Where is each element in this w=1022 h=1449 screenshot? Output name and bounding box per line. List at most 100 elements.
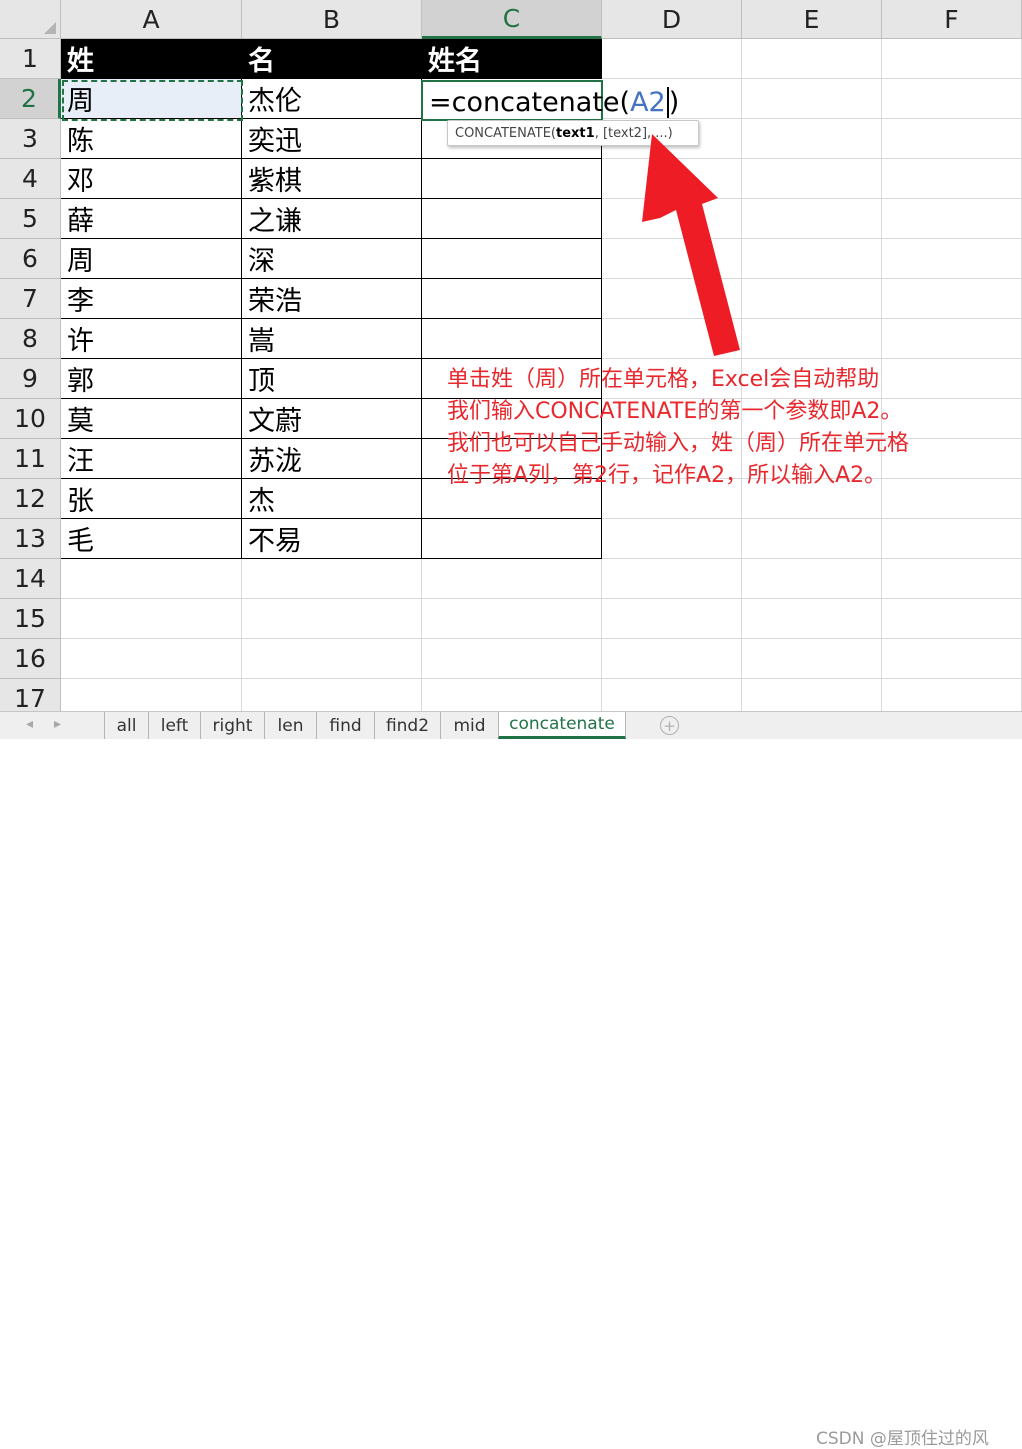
column-header-f[interactable]: F — [882, 0, 1022, 39]
cell-e7[interactable] — [742, 279, 882, 319]
cell-f7[interactable] — [882, 279, 1022, 319]
cell-d17[interactable] — [602, 679, 742, 711]
cell-e5[interactable] — [742, 199, 882, 239]
surname-cell[interactable]: 莫 — [61, 399, 242, 439]
tooltip-arg-text1[interactable]: text1 — [556, 126, 595, 141]
cell-d15[interactable] — [602, 599, 742, 639]
surname-cell[interactable]: 李 — [61, 279, 242, 319]
row-header-3[interactable]: 3 — [0, 119, 61, 159]
row-header-15[interactable]: 15 — [0, 599, 61, 639]
surname-cell[interactable]: 邓 — [61, 159, 242, 199]
sheet-tab-left[interactable]: left — [148, 712, 200, 739]
given-name-cell[interactable]: 深 — [242, 239, 422, 279]
given-name-cell[interactable]: 之谦 — [242, 199, 422, 239]
cell-f14[interactable] — [882, 559, 1022, 599]
function-argument-tooltip[interactable]: CONCATENATE(text1, [text2], ...) — [447, 120, 699, 146]
sheet-tab-concatenate[interactable]: concatenate — [498, 712, 626, 739]
cell-f6[interactable] — [882, 239, 1022, 279]
cell-f17[interactable] — [882, 679, 1022, 711]
column-header-c[interactable]: C — [422, 0, 602, 39]
cell-d8[interactable] — [602, 319, 742, 359]
row-header-11[interactable]: 11 — [0, 439, 61, 479]
surname-cell[interactable]: 周 — [61, 79, 242, 119]
given-name-cell[interactable]: 杰 — [242, 479, 422, 519]
cell-a17[interactable] — [61, 679, 242, 711]
cell-d16[interactable] — [602, 639, 742, 679]
cell-a14[interactable] — [61, 559, 242, 599]
cell-d13[interactable] — [602, 519, 742, 559]
fullname-cell[interactable] — [422, 519, 602, 559]
cell-f2[interactable] — [882, 79, 1022, 119]
row-header-7[interactable]: 7 — [0, 279, 61, 319]
given-name-cell[interactable]: 奕迅 — [242, 119, 422, 159]
cell-b16[interactable] — [242, 639, 422, 679]
row-header-4[interactable]: 4 — [0, 159, 61, 199]
surname-cell[interactable]: 陈 — [61, 119, 242, 159]
column-header-b[interactable]: B — [242, 0, 422, 39]
cell-d1[interactable] — [602, 39, 742, 79]
cell-f1[interactable] — [882, 39, 1022, 79]
surname-cell[interactable]: 郭 — [61, 359, 242, 399]
surname-cell[interactable]: 毛 — [61, 519, 242, 559]
cell-d14[interactable] — [602, 559, 742, 599]
cell-c14[interactable] — [422, 559, 602, 599]
surname-cell[interactable]: 汪 — [61, 439, 242, 479]
row-header-17[interactable]: 17 — [0, 679, 61, 711]
row-header-10[interactable]: 10 — [0, 399, 61, 439]
cell-f5[interactable] — [882, 199, 1022, 239]
cell-e14[interactable] — [742, 559, 882, 599]
given-name-cell[interactable]: 紫棋 — [242, 159, 422, 199]
given-name-cell[interactable]: 荣浩 — [242, 279, 422, 319]
given-name-cell[interactable]: 嵩 — [242, 319, 422, 359]
column-header-e[interactable]: E — [742, 0, 882, 39]
cell-b15[interactable] — [242, 599, 422, 639]
cell-f8[interactable] — [882, 319, 1022, 359]
surname-cell[interactable]: 周 — [61, 239, 242, 279]
cell-d5[interactable] — [602, 199, 742, 239]
cell-f16[interactable] — [882, 639, 1022, 679]
cell-c17[interactable] — [422, 679, 602, 711]
cell-c16[interactable] — [422, 639, 602, 679]
sheet-tab-find[interactable]: find — [316, 712, 374, 739]
column-header-d[interactable]: D — [602, 0, 742, 39]
next-sheet-icon[interactable]: ▸ — [54, 716, 61, 732]
cell-e1[interactable] — [742, 39, 882, 79]
cell-a15[interactable] — [61, 599, 242, 639]
sheet-tab-mid[interactable]: mid — [440, 712, 498, 739]
cell-b14[interactable] — [242, 559, 422, 599]
cell-f3[interactable] — [882, 119, 1022, 159]
given-name-cell[interactable]: 顶 — [242, 359, 422, 399]
add-sheet-plus-icon[interactable]: + — [660, 716, 679, 735]
cell-e13[interactable] — [742, 519, 882, 559]
cell-a16[interactable] — [61, 639, 242, 679]
cell-d6[interactable] — [602, 239, 742, 279]
cell-c15[interactable] — [422, 599, 602, 639]
row-header-8[interactable]: 8 — [0, 319, 61, 359]
cell-e2[interactable] — [742, 79, 882, 119]
surname-cell[interactable]: 许 — [61, 319, 242, 359]
fullname-cell[interactable] — [422, 319, 602, 359]
header-cell-c[interactable]: 姓名 — [422, 39, 602, 79]
cell-e8[interactable] — [742, 319, 882, 359]
prev-sheet-icon[interactable]: ◂ — [26, 716, 33, 732]
cell-f13[interactable] — [882, 519, 1022, 559]
row-header-2[interactable]: 2 — [0, 79, 61, 119]
header-cell-a[interactable]: 姓 — [61, 39, 242, 79]
cell-d7[interactable] — [602, 279, 742, 319]
given-name-cell[interactable]: 苏泷 — [242, 439, 422, 479]
given-name-cell[interactable]: 杰伦 — [242, 79, 422, 119]
fullname-cell[interactable] — [422, 239, 602, 279]
sheet-tab-all[interactable]: all — [104, 712, 148, 739]
cell-f4[interactable] — [882, 159, 1022, 199]
row-header-6[interactable]: 6 — [0, 239, 61, 279]
cell-c2-formula-editor[interactable]: =concatenate(A2) — [421, 80, 679, 121]
cell-e17[interactable] — [742, 679, 882, 711]
header-cell-b[interactable]: 名 — [242, 39, 422, 79]
given-name-cell[interactable]: 文蔚 — [242, 399, 422, 439]
fullname-cell[interactable] — [422, 199, 602, 239]
cell-e15[interactable] — [742, 599, 882, 639]
row-header-1[interactable]: 1 — [0, 39, 61, 79]
cell-e3[interactable] — [742, 119, 882, 159]
sheet-tab-find2[interactable]: find2 — [374, 712, 440, 739]
sheet-tab-len[interactable]: len — [264, 712, 316, 739]
